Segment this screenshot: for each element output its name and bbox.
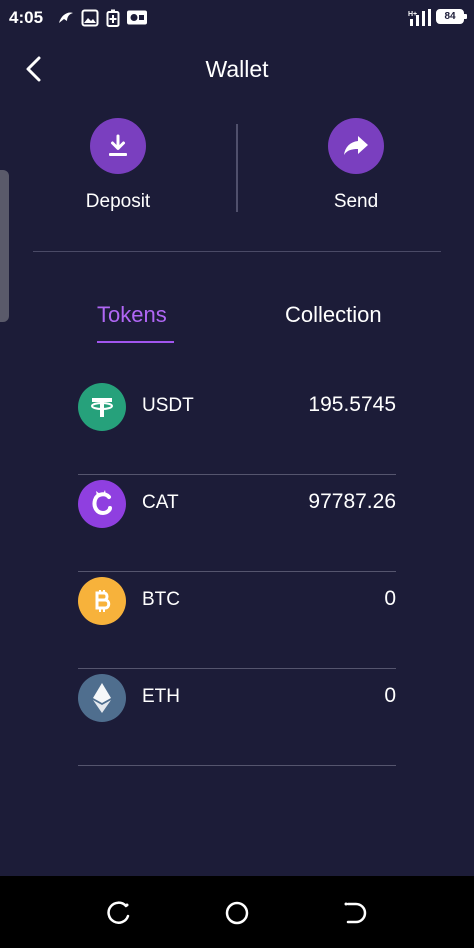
send-label: Send (333, 191, 379, 212)
tab-tokens[interactable]: Tokens (97, 302, 167, 328)
app-notification-icon (59, 12, 73, 23)
page-title: Wallet (205, 56, 269, 82)
token-row-usdt[interactable]: USDT 195.5745 (78, 378, 396, 475)
token-row-btc[interactable]: BTC 0 (78, 572, 396, 669)
back-nav-icon[interactable] (342, 900, 368, 926)
deposit-label: Deposit (85, 191, 151, 212)
system-nav-bar (0, 876, 474, 948)
token-balance: 0 (384, 587, 396, 610)
token-balance: 0 (384, 684, 396, 707)
token-balance: 97787.26 (308, 490, 396, 513)
token-row-eth[interactable]: ETH 0 (78, 669, 396, 766)
status-time: 4:05 (9, 8, 44, 27)
tab-active-indicator (97, 341, 174, 343)
svg-text:H+: H+ (408, 11, 417, 18)
edge-panel-handle[interactable] (0, 170, 9, 322)
deposit-circle[interactable] (90, 118, 146, 174)
token-balance: 195.5745 (308, 393, 396, 416)
bitcoin-icon (78, 577, 126, 625)
signal-icon: H+ (408, 9, 431, 26)
share-arrow-icon (344, 136, 368, 155)
row-divider (78, 765, 396, 766)
action-divider (236, 124, 238, 212)
home-icon[interactable] (224, 900, 250, 926)
recents-icon[interactable] (106, 900, 132, 926)
token-row-cat[interactable]: CAT 97787.26 (78, 475, 396, 572)
section-divider (33, 251, 441, 252)
tether-icon (78, 383, 126, 431)
token-symbol: ETH (142, 686, 180, 707)
tab-collection[interactable]: Collection (285, 302, 382, 328)
battery-saver-icon (106, 9, 120, 27)
ethereum-icon (78, 674, 126, 722)
send-button[interactable]: Send (281, 118, 431, 213)
download-icon (109, 134, 127, 156)
token-symbol: USDT (142, 395, 194, 416)
id-card-icon (127, 10, 147, 25)
token-symbol: CAT (142, 492, 179, 513)
header: Wallet (0, 48, 474, 92)
status-bar: 4:05 H+ 84 (0, 0, 474, 36)
deposit-button[interactable]: Deposit (43, 118, 193, 213)
battery-indicator: 84 (436, 9, 467, 24)
token-symbol: BTC (142, 589, 180, 610)
gallery-icon (81, 9, 99, 27)
cat-c-icon (78, 480, 126, 528)
send-circle[interactable] (328, 118, 384, 174)
